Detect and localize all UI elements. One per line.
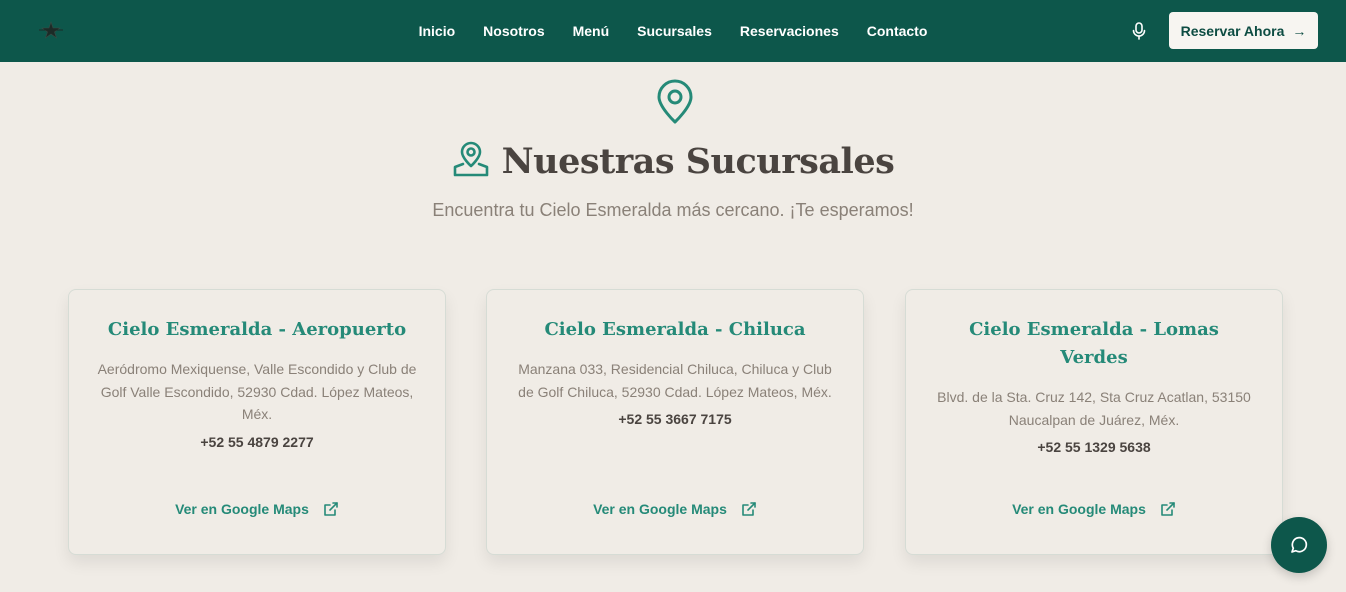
- google-maps-label: Ver en Google Maps: [175, 501, 309, 517]
- arrow-right-icon: →: [1292, 22, 1307, 39]
- top-navbar: Inicio Nosotros Menú Sucursales Reservac…: [0, 0, 1346, 62]
- branch-card-aeropuerto: Cielo Esmeralda - Aeropuerto Aeródromo M…: [68, 289, 446, 555]
- microphone-icon[interactable]: [1130, 21, 1148, 41]
- nav-link-contacto[interactable]: Contacto: [853, 23, 942, 39]
- chat-button[interactable]: [1271, 517, 1327, 573]
- reserve-now-label: Reservar Ahora: [1180, 22, 1285, 39]
- external-link-icon: [1161, 502, 1175, 516]
- branch-address: Manzana 033, Residencial Chiluca, Chiluc…: [518, 361, 832, 400]
- branch-phone[interactable]: +52 55 3667 7175: [513, 411, 837, 427]
- page-title: Nuestras Sucursales: [501, 140, 895, 182]
- page-subtitle: Encuentra tu Cielo Esmeralda más cercano…: [432, 200, 914, 220]
- google-maps-label: Ver en Google Maps: [1012, 501, 1146, 517]
- map-user-pin-icon: [452, 140, 490, 182]
- branch-card-chiluca: Cielo Esmeralda - Chiluca Manzana 033, R…: [486, 289, 864, 555]
- nav-link-sucursales[interactable]: Sucursales: [623, 23, 726, 39]
- branch-address: Blvd. de la Sta. Cruz 142, Sta Cruz Acat…: [937, 389, 1251, 428]
- star-logo-icon[interactable]: [36, 18, 66, 42]
- external-link-icon: [742, 502, 756, 516]
- branch-phone[interactable]: +52 55 4879 2277: [95, 434, 419, 450]
- reserve-now-button[interactable]: Reservar Ahora →: [1169, 12, 1318, 49]
- google-maps-link[interactable]: Ver en Google Maps: [487, 501, 863, 517]
- section-title-row: Nuestras Sucursales: [0, 138, 1346, 184]
- nav-link-menu[interactable]: Menú: [559, 23, 624, 39]
- branch-address: Aeródromo Mexiquense, Valle Escondido y …: [97, 361, 417, 422]
- branch-name: Cielo Esmeralda - Aeropuerto: [107, 319, 407, 340]
- external-link-icon: [324, 502, 338, 516]
- branch-name: Cielo Esmeralda - Lomas Verdes: [969, 319, 1219, 368]
- nav-link-reservaciones[interactable]: Reservaciones: [726, 23, 853, 39]
- map-pin-icon: [655, 79, 695, 125]
- branch-name: Cielo Esmeralda - Chiluca: [544, 319, 806, 340]
- branch-card-lomas-verdes: Cielo Esmeralda - Lomas Verdes Blvd. de …: [905, 289, 1283, 555]
- nav-link-nosotros[interactable]: Nosotros: [469, 23, 558, 39]
- google-maps-label: Ver en Google Maps: [593, 501, 727, 517]
- nav-link-inicio[interactable]: Inicio: [405, 23, 470, 39]
- google-maps-link[interactable]: Ver en Google Maps: [69, 501, 445, 517]
- branch-phone[interactable]: +52 55 1329 5638: [932, 439, 1256, 455]
- google-maps-link[interactable]: Ver en Google Maps: [906, 501, 1282, 517]
- chat-bubble-icon: [1291, 536, 1308, 553]
